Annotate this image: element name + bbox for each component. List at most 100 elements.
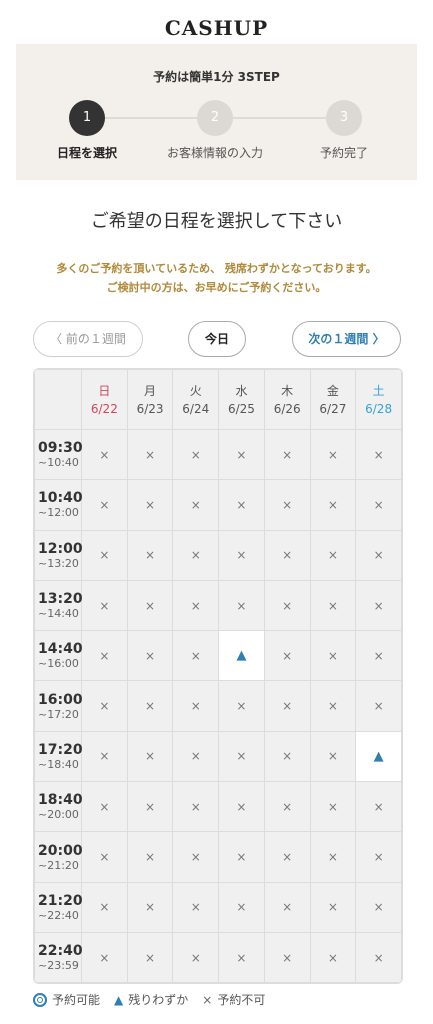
slot-cell-unavailable: × bbox=[218, 529, 265, 581]
time-slot-row: 16:00 ~17:20 × × × × × × × bbox=[34, 680, 402, 732]
day-date: 6/23 bbox=[136, 401, 164, 416]
slot-cell-unavailable: × bbox=[355, 579, 402, 632]
time-label: 21:20 ~22:40 bbox=[34, 881, 83, 933]
slot-cell-unavailable: × bbox=[81, 529, 128, 581]
grid-corner bbox=[34, 369, 82, 430]
slot-start: 16:00 bbox=[38, 691, 83, 708]
slot-cell-unavailable: × bbox=[309, 579, 357, 632]
day-header: 金 6/27 bbox=[309, 369, 357, 430]
time-slot-row: 22:40 ~23:59 × × × × × × × bbox=[34, 931, 402, 984]
slot-cell-unavailable: × bbox=[309, 630, 357, 682]
cross-icon: × bbox=[202, 992, 213, 1007]
slot-cell-unavailable: × bbox=[81, 781, 128, 833]
double-circle-icon bbox=[33, 992, 47, 1007]
slot-cell-unavailable: × bbox=[309, 680, 357, 732]
notice-line: ご検討中の方は、お早めにご予約ください。 bbox=[106, 281, 327, 294]
slot-cell-unavailable: × bbox=[81, 730, 128, 783]
day-header: 水 6/25 bbox=[218, 369, 265, 430]
slot-start: 14:40 bbox=[38, 641, 83, 658]
day-date: 6/25 bbox=[227, 401, 255, 416]
slot-start: 17:20 bbox=[38, 741, 83, 758]
time-label: 09:30 ~10:40 bbox=[34, 428, 83, 481]
slot-cell-unavailable: × bbox=[172, 680, 220, 732]
legend-full: × 予約不可 bbox=[202, 992, 266, 1008]
legend-available: 予約可能 bbox=[33, 991, 100, 1008]
today-button[interactable]: 今日 bbox=[188, 321, 246, 357]
slot-cell-unavailable: × bbox=[263, 579, 311, 632]
time-slot-row: 09:30 ~10:40 × × × × × × × bbox=[34, 428, 402, 481]
slot-cell-unavailable: × bbox=[126, 630, 174, 682]
day-date: 6/28 bbox=[365, 401, 393, 416]
slot-cell-unavailable: × bbox=[309, 881, 357, 933]
day-header: 月 6/23 bbox=[126, 369, 174, 430]
slot-end: ~16:00 bbox=[38, 657, 79, 671]
time-label: 14:40 ~16:00 bbox=[34, 630, 83, 682]
step-2: 2 お客様情報の入力 bbox=[160, 100, 270, 161]
slot-cell-unavailable: × bbox=[218, 881, 265, 933]
slot-cell-available[interactable]: ▲ bbox=[355, 730, 402, 783]
slot-cell-unavailable: × bbox=[355, 831, 402, 883]
slot-end: ~23:59 bbox=[38, 959, 79, 973]
slot-cell-unavailable: × bbox=[355, 881, 402, 933]
availability-notice: 多くのご予約を頂いているため、 残席わずかとなっております。 ご検討中の方は、お… bbox=[0, 259, 433, 297]
slot-start: 22:40 bbox=[38, 943, 83, 960]
slot-cell-unavailable: × bbox=[355, 529, 402, 581]
triangle-icon: ▲ bbox=[114, 992, 124, 1007]
slot-cell-unavailable: × bbox=[126, 781, 174, 833]
slot-cell-unavailable: × bbox=[218, 428, 265, 481]
time-slot-row: 18:40 ~20:00 × × × × × × × bbox=[34, 781, 402, 833]
slot-cell-unavailable: × bbox=[126, 479, 174, 531]
slot-cell-unavailable: × bbox=[126, 881, 174, 933]
time-label: 17:20 ~18:40 bbox=[34, 730, 83, 783]
slot-cell-unavailable: × bbox=[218, 730, 265, 783]
time-label: 16:00 ~17:20 bbox=[34, 680, 83, 732]
slot-cell-unavailable: × bbox=[81, 428, 128, 481]
day-date: 6/26 bbox=[273, 401, 301, 416]
step-label: お客様情報の入力 bbox=[166, 146, 263, 160]
schedule-grid: 日 6/22 月 6/23 火 6/24 水 6/25 木 6/26 金 6/27 土 6/28 09:3… bbox=[33, 368, 403, 985]
slot-start: 21:20 bbox=[38, 892, 83, 909]
legend-few: ▲ 残りわずか bbox=[114, 992, 189, 1008]
slot-cell-unavailable: × bbox=[126, 931, 174, 984]
day-header: 木 6/26 bbox=[263, 369, 311, 430]
slot-cell-unavailable: × bbox=[263, 680, 311, 732]
slot-cell-unavailable: × bbox=[309, 428, 357, 481]
slot-start: 10:40 bbox=[38, 490, 83, 507]
step-label: 予約完了 bbox=[319, 146, 368, 160]
time-slot-row: 17:20 ~18:40 × × × × × × ▲ bbox=[34, 730, 402, 783]
slot-cell-unavailable: × bbox=[81, 479, 128, 531]
time-slot-row: 20:00 ~21:20 × × × × × × × bbox=[34, 831, 402, 883]
slot-cell-unavailable: × bbox=[309, 831, 357, 883]
step-label: 日程を選択 bbox=[56, 146, 117, 160]
time-label: 10:40 ~12:00 bbox=[34, 479, 83, 531]
slot-cell-unavailable: × bbox=[218, 579, 265, 632]
step-1: 1 日程を選択 bbox=[32, 100, 142, 161]
slot-end: ~22:40 bbox=[38, 908, 79, 922]
slot-cell-unavailable: × bbox=[263, 730, 311, 783]
day-date: 6/24 bbox=[182, 401, 210, 416]
slot-cell-unavailable: × bbox=[126, 730, 174, 783]
time-slot-row: 13:20 ~14:40 × × × × × × × bbox=[34, 579, 402, 632]
slot-cell-unavailable: × bbox=[309, 730, 357, 783]
day-header: 土 6/28 bbox=[355, 369, 402, 430]
notice-line: 多くのご予約を頂いているため、 残席わずかとなっております。 bbox=[56, 262, 377, 275]
slot-cell-available[interactable]: ▲ bbox=[218, 630, 265, 682]
slot-end: ~17:20 bbox=[38, 707, 79, 721]
slot-start: 12:00 bbox=[38, 540, 83, 557]
slot-cell-unavailable: × bbox=[218, 931, 265, 984]
prev-week-button[interactable]: 〈 前の１週間 bbox=[33, 321, 143, 357]
step-number: 3 bbox=[326, 100, 362, 136]
slot-cell-unavailable: × bbox=[126, 680, 174, 732]
page-heading: ご希望の日程を選択して下さい bbox=[90, 211, 343, 232]
slot-cell-unavailable: × bbox=[218, 781, 265, 833]
slot-start: 18:40 bbox=[38, 792, 83, 809]
slot-cell-unavailable: × bbox=[263, 428, 311, 481]
slot-end: ~13:20 bbox=[38, 556, 79, 570]
time-slot-row: 12:00 ~13:20 × × × × × × × bbox=[34, 529, 402, 581]
slot-end: ~20:00 bbox=[38, 808, 79, 822]
slot-cell-unavailable: × bbox=[81, 831, 128, 883]
next-week-button[interactable]: 次の１週間 〉 bbox=[292, 321, 401, 357]
slot-cell-unavailable: × bbox=[172, 730, 220, 783]
slot-cell-unavailable: × bbox=[218, 479, 265, 531]
slot-cell-unavailable: × bbox=[172, 931, 220, 984]
